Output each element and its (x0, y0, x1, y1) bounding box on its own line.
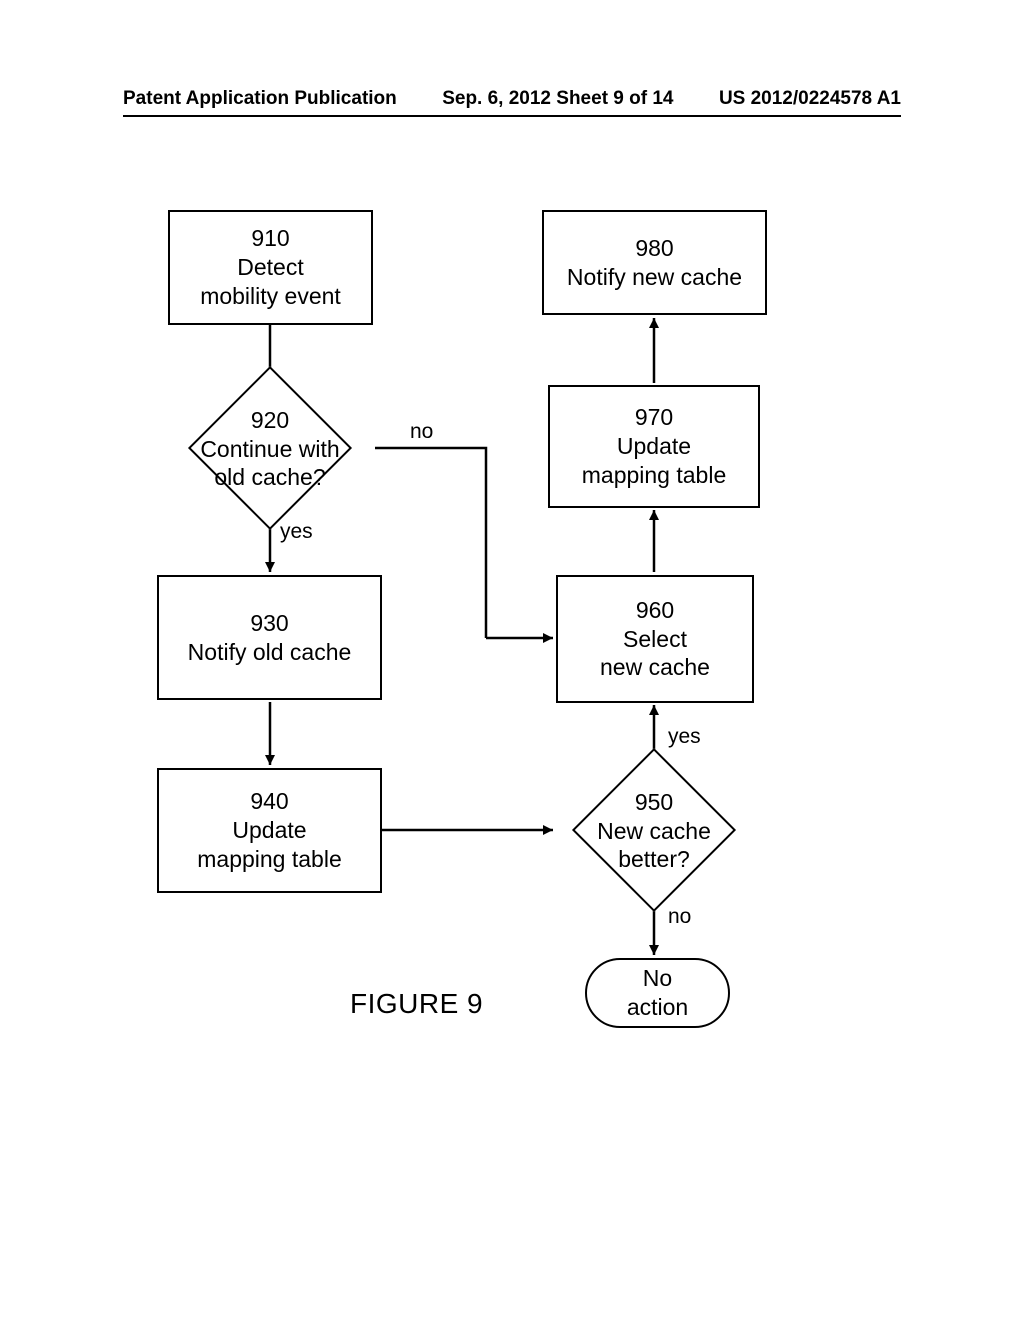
node-text: Update (617, 432, 691, 461)
node-num: 940 (250, 787, 288, 816)
terminal-text: action (627, 993, 688, 1022)
node-text: better? (618, 845, 690, 874)
node-text: new cache (600, 653, 710, 682)
node-num: 970 (635, 403, 673, 432)
terminal-no-action: No action (585, 958, 730, 1028)
edge-label-yes: yes (668, 725, 701, 749)
decision-920: 920 Continue with old cache? (175, 405, 365, 493)
node-num: 950 (635, 788, 673, 817)
process-930: 930 Notify old cache (157, 575, 382, 700)
node-text: Detect (237, 253, 303, 282)
decision-950: 950 New cache better? (568, 787, 740, 875)
header-left: Patent Application Publication (123, 88, 397, 110)
process-980: 980 Notify new cache (542, 210, 767, 315)
figure-caption: FIGURE 9 (350, 988, 483, 1020)
node-text: Update (232, 816, 306, 845)
edge-label-no: no (668, 905, 691, 929)
process-960: 960 Select new cache (556, 575, 754, 703)
flowchart-diagram: 910 Detect mobility event 980 Notify new… (140, 210, 820, 1030)
header-right: US 2012/0224578 A1 (719, 88, 901, 110)
node-num: 930 (250, 609, 288, 638)
header-center: Sep. 6, 2012 Sheet 9 of 14 (442, 88, 673, 110)
edge-label-yes: yes (280, 520, 313, 544)
node-text: Select (623, 625, 687, 654)
patent-header: Patent Application Publication Sep. 6, 2… (0, 88, 1024, 110)
node-text: mapping table (197, 845, 342, 874)
node-text: old cache? (214, 463, 325, 492)
node-num: 960 (636, 596, 674, 625)
node-text: mapping table (582, 461, 727, 490)
process-970: 970 Update mapping table (548, 385, 760, 508)
header-rule (123, 115, 901, 117)
node-num: 910 (251, 224, 289, 253)
node-num: 920 (251, 406, 289, 435)
terminal-text: No (643, 964, 672, 993)
node-text: New cache (597, 817, 711, 846)
node-text: Notify old cache (188, 638, 352, 667)
node-text: Continue with (200, 435, 339, 464)
node-num: 980 (635, 234, 673, 263)
process-940: 940 Update mapping table (157, 768, 382, 893)
edge-label-no: no (410, 420, 433, 444)
node-text: Notify new cache (567, 263, 742, 292)
node-text: mobility event (200, 282, 341, 311)
process-910: 910 Detect mobility event (168, 210, 373, 325)
